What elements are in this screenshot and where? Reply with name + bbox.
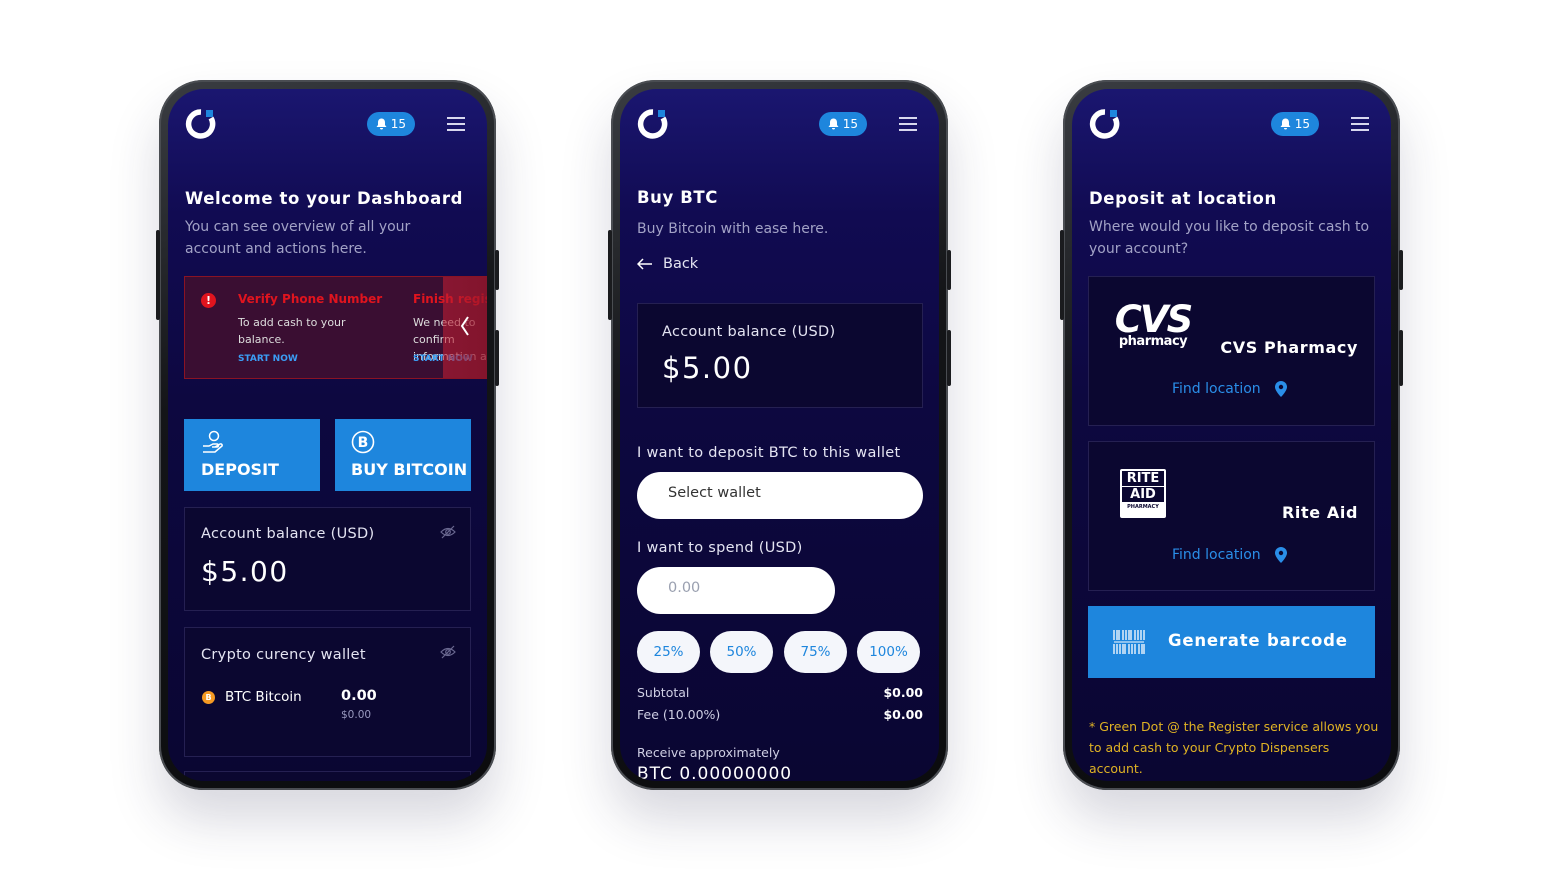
balance-value: $5.00 bbox=[201, 555, 289, 588]
alert-verify-title: Verify Phone Number bbox=[238, 292, 383, 306]
balance-value: $5.00 bbox=[662, 351, 753, 385]
green-dot-footnote: * Green Dot @ the Register service allow… bbox=[1089, 719, 1379, 776]
alert-carousel: ! Verify Phone Number To add cash to you… bbox=[184, 276, 487, 379]
top-bar: 15 bbox=[620, 89, 939, 159]
notification-badge[interactable]: 15 bbox=[1270, 112, 1319, 136]
percent-25-button[interactable]: 25% bbox=[637, 631, 700, 673]
select-wallet-dropdown[interactable]: Select wallet bbox=[637, 472, 923, 519]
rite-aid-find-location-link[interactable]: Find location bbox=[1172, 546, 1289, 564]
wallet-label: I want to deposit BTC to this wallet bbox=[637, 445, 901, 461]
page-subtitle: Where would you like to deposit cash to … bbox=[1089, 219, 1370, 257]
phone-deposit-location: 15 Deposit at location Where would you l… bbox=[1060, 80, 1403, 790]
buy-bitcoin-button-label: BUY BITCOIN bbox=[351, 460, 468, 479]
wallet-item-usd: $0.00 bbox=[341, 709, 372, 721]
find-location-label: Find location bbox=[1172, 547, 1261, 563]
spend-amount-input[interactable]: 0.00 bbox=[637, 567, 835, 614]
fee-value: $0.00 bbox=[883, 707, 923, 722]
rite-aid-name: Rite Aid bbox=[1282, 503, 1358, 522]
hamburger-menu-icon[interactable] bbox=[1351, 117, 1369, 131]
hamburger-menu-icon[interactable] bbox=[447, 117, 465, 131]
rite-aid-logo: RITE AID PHARMACY bbox=[1120, 469, 1166, 518]
fee-label: Fee (10.00%) bbox=[637, 707, 721, 722]
percent-50-button[interactable]: 50% bbox=[710, 631, 773, 673]
balance-card: Account balance (USD) $5.00 bbox=[184, 507, 471, 611]
map-pin-icon bbox=[1274, 381, 1287, 397]
deposit-button-label: DEPOSIT bbox=[201, 460, 279, 479]
phone-side-button bbox=[947, 330, 951, 386]
phone-side-button bbox=[495, 330, 499, 386]
next-card bbox=[184, 771, 471, 781]
balance-label: Account balance (USD) bbox=[201, 526, 375, 542]
phone-dashboard: 15 Welcome to your Dashboard You can see… bbox=[156, 80, 499, 790]
app-logo-icon[interactable] bbox=[1088, 107, 1122, 141]
top-bar: 15 bbox=[168, 89, 487, 159]
percent-100-button[interactable]: 100% bbox=[857, 631, 920, 673]
balance-card: Account balance (USD) $5.00 bbox=[637, 303, 923, 408]
notification-count: 15 bbox=[390, 117, 406, 131]
alert-verify-text: To add cash to your balance. bbox=[238, 316, 346, 346]
page-title: Welcome to your Dashboard bbox=[185, 189, 464, 208]
bell-icon bbox=[376, 118, 387, 130]
app-logo-icon[interactable] bbox=[184, 107, 218, 141]
subtotal-label: Subtotal bbox=[637, 685, 690, 700]
deposit-button[interactable]: DEPOSIT bbox=[184, 419, 320, 491]
notification-count: 15 bbox=[1294, 117, 1310, 131]
hand-coin-icon bbox=[203, 430, 223, 453]
alert-verify-start-link[interactable]: START NOW bbox=[238, 354, 298, 364]
phone-side-button bbox=[1399, 330, 1403, 386]
notification-badge[interactable]: 15 bbox=[818, 112, 867, 136]
phone-buy-btc: 15 Buy BTC Buy Bitcoin with ease here. B… bbox=[608, 80, 951, 790]
cvs-location-card[interactable]: CVS pharmacy CVS Pharmacy Find location bbox=[1088, 276, 1375, 426]
svg-text:B: B bbox=[358, 435, 369, 451]
bell-icon bbox=[1280, 118, 1291, 130]
app-logo-icon[interactable] bbox=[636, 107, 670, 141]
hide-eye-icon[interactable] bbox=[440, 524, 456, 540]
bitcoin-icon: B bbox=[351, 430, 375, 454]
subtotal-value: $0.00 bbox=[883, 685, 923, 700]
page-title: Deposit at location bbox=[1089, 189, 1277, 208]
back-link[interactable]: Back bbox=[637, 256, 698, 272]
balance-label: Account balance (USD) bbox=[662, 324, 836, 340]
page-title: Buy BTC bbox=[637, 188, 718, 207]
deposit-location-screen: 15 Deposit at location Where would you l… bbox=[1072, 89, 1391, 781]
dashboard-screen: 15 Welcome to your Dashboard You can see… bbox=[168, 89, 487, 781]
btc-coin-icon: B bbox=[202, 691, 215, 704]
back-label: Back bbox=[663, 256, 699, 272]
select-wallet-value: Select wallet bbox=[668, 485, 761, 501]
cvs-name: CVS Pharmacy bbox=[1220, 338, 1358, 357]
receive-label: Receive approximately bbox=[637, 745, 780, 760]
receive-value: BTC 0.00000000 bbox=[637, 764, 793, 781]
notification-count: 15 bbox=[842, 117, 858, 131]
page-subtitle: Buy Bitcoin with ease here. bbox=[637, 221, 829, 237]
cvs-find-location-link[interactable]: Find location bbox=[1172, 380, 1289, 398]
wallet-item-amount: 0.00 bbox=[341, 688, 377, 704]
crypto-wallet-card: Crypto curency wallet B BTC Bitcoin 0.00… bbox=[184, 627, 471, 757]
wallet-item-name: BTC Bitcoin bbox=[225, 689, 302, 705]
find-location-label: Find location bbox=[1172, 381, 1261, 397]
arrow-left-icon bbox=[637, 258, 652, 270]
notification-badge[interactable]: 15 bbox=[366, 112, 415, 136]
buy-bitcoin-button[interactable]: B BUY BITCOIN bbox=[335, 419, 471, 491]
hamburger-menu-icon[interactable] bbox=[899, 117, 917, 131]
spend-placeholder: 0.00 bbox=[668, 580, 701, 596]
bell-icon bbox=[828, 118, 839, 130]
chevron-left-icon[interactable] bbox=[460, 315, 470, 337]
buy-btc-screen: 15 Buy BTC Buy Bitcoin with ease here. B… bbox=[620, 89, 939, 781]
page-subtitle: You can see overview of all your account… bbox=[185, 219, 411, 257]
wallet-title: Crypto curency wallet bbox=[201, 647, 366, 663]
rite-aid-location-card[interactable]: RITE AID PHARMACY Rite Aid Find location bbox=[1088, 441, 1375, 591]
percent-75-button[interactable]: 75% bbox=[784, 631, 847, 673]
generate-barcode-label: Generate barcode bbox=[1168, 631, 1348, 650]
spend-label: I want to spend (USD) bbox=[637, 540, 803, 556]
alert-icon: ! bbox=[201, 293, 216, 308]
top-bar: 15 bbox=[1072, 89, 1391, 159]
generate-barcode-button[interactable]: Generate barcode bbox=[1088, 606, 1375, 678]
barcode-icon bbox=[1113, 630, 1145, 654]
hide-eye-icon[interactable] bbox=[440, 644, 456, 660]
cvs-logo: CVS pharmacy bbox=[1114, 298, 1193, 349]
map-pin-icon bbox=[1274, 547, 1287, 563]
